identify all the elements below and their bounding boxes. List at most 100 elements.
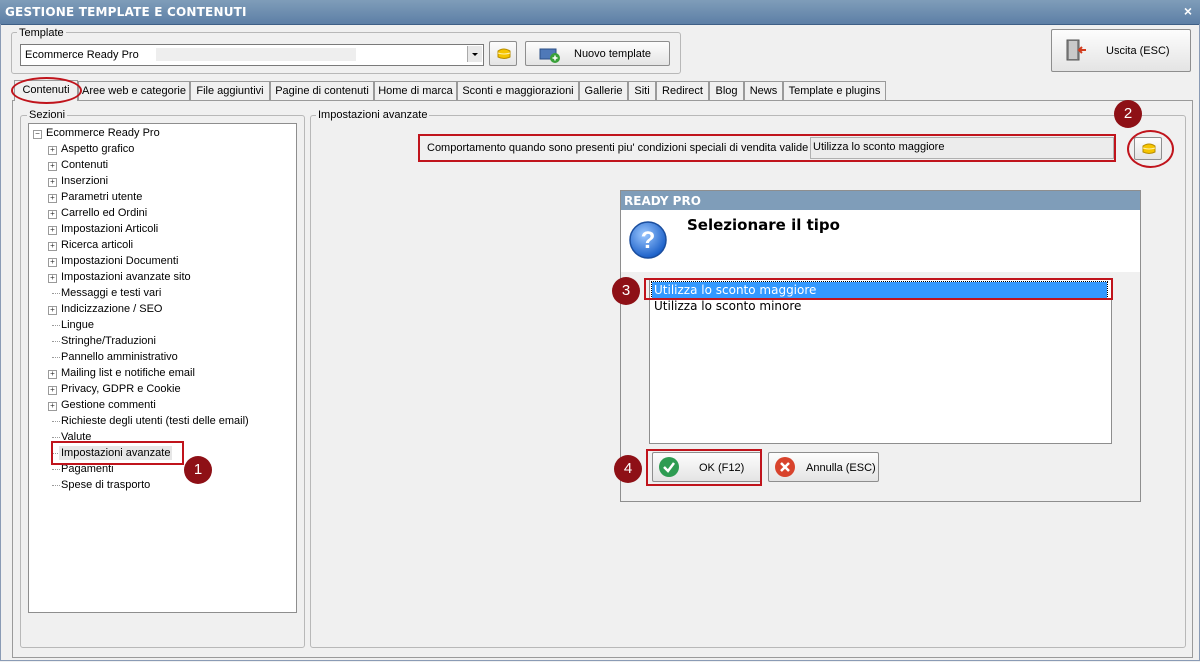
tab-label: Gallerie	[584, 85, 623, 97]
tree-connector	[52, 357, 60, 358]
svg-text:?: ?	[641, 227, 656, 254]
expand-icon[interactable]: +	[48, 146, 57, 155]
sections-tree[interactable]: − Ecommerce Ready Pro + Aspetto grafico + C…	[28, 123, 297, 613]
list-item[interactable]: Utilizza lo sconto minore	[652, 298, 1107, 314]
dialog-titlebar: READY PRO	[621, 191, 1140, 210]
new-template-button[interactable]: Nuovo template	[525, 41, 670, 66]
expand-icon[interactable]: +	[48, 402, 57, 411]
tab-label: File aggiuntivi	[196, 85, 264, 97]
ok-highlight-box	[646, 449, 762, 486]
expand-icon[interactable]: +	[48, 226, 57, 235]
question-icon: ?	[629, 221, 667, 259]
option-highlight-box	[644, 278, 1113, 300]
add-template-icon	[539, 48, 560, 63]
cancel-label: Annulla (ESC)	[806, 462, 876, 474]
tab-file-aggiuntivi[interactable]: File aggiuntivi	[190, 81, 270, 100]
open-template-button[interactable]	[489, 41, 517, 66]
tab-redirect[interactable]: Redirect	[656, 81, 709, 100]
tree-connector	[52, 485, 60, 486]
template-group-label: Template	[17, 27, 66, 39]
contenuti-highlight-ellipse	[11, 77, 82, 104]
tree-item[interactable]: Aspetto grafico	[61, 142, 134, 156]
tree-item[interactable]: Parametri utente	[61, 190, 142, 204]
tree-item[interactable]: Stringhe/Traduzioni	[61, 334, 156, 348]
tab-label: Template e plugins	[788, 85, 881, 97]
step-badge-3: 3	[612, 277, 640, 305]
template-combo-value: Ecommerce Ready Pro	[25, 49, 139, 61]
expand-icon[interactable]: +	[48, 370, 57, 379]
step-badge-2: 2	[1114, 100, 1142, 128]
tab-template-plugins[interactable]: Template e plugins	[783, 81, 886, 100]
tree-item[interactable]: Lingue	[61, 318, 94, 332]
tree-item[interactable]: Mailing list e notifiche email	[61, 366, 195, 380]
tree-item[interactable]: Pannello amministrativo	[61, 350, 178, 364]
expand-icon[interactable]: +	[48, 258, 57, 267]
tree-item[interactable]: Impostazioni Articoli	[61, 222, 158, 236]
tab-label: Redirect	[662, 85, 703, 97]
tree-connector	[52, 341, 60, 342]
advanced-group-label: Impostazioni avanzate	[316, 109, 430, 121]
expand-icon[interactable]: +	[48, 162, 57, 171]
tab-home-marca[interactable]: Home di marca	[374, 81, 457, 100]
tab-aree-web[interactable]: Aree web e categorie	[78, 81, 190, 100]
folder-icon	[497, 48, 511, 59]
tree-item[interactable]: Contenuti	[61, 158, 108, 172]
window-title: GESTIONE TEMPLATE E CONTENUTI	[5, 5, 247, 19]
tab-label: Aree web e categorie	[82, 85, 186, 97]
new-template-label: Nuovo template	[574, 48, 652, 60]
expand-icon[interactable]: +	[48, 178, 57, 187]
tree-item[interactable]: Indicizzazione / SEO	[61, 302, 163, 316]
expand-icon[interactable]: +	[48, 306, 57, 315]
close-icon[interactable]: ×	[1184, 3, 1192, 19]
selected-item-highlight-box	[51, 441, 184, 465]
template-combo[interactable]: Ecommerce Ready Pro	[20, 44, 484, 66]
tree-item[interactable]: Privacy, GDPR e Cookie	[61, 382, 181, 396]
tree-item[interactable]: Richieste degli utenti (testi delle emai…	[61, 414, 249, 428]
tree-item[interactable]: Impostazioni Documenti	[61, 254, 178, 268]
tab-label: Pagine di contenuti	[275, 85, 369, 97]
condition-highlight-box	[418, 134, 1116, 162]
tree-item[interactable]: Messaggi e testi vari	[61, 286, 161, 300]
window-titlebar: GESTIONE TEMPLATE E CONTENUTI ×	[0, 0, 1200, 25]
exit-door-icon	[1066, 39, 1086, 61]
tree-item[interactable]: Gestione commenti	[61, 398, 156, 412]
tab-news[interactable]: News	[744, 81, 783, 100]
tab-label: Sconti e maggiorazioni	[462, 85, 574, 97]
tree-connector	[52, 325, 60, 326]
tab-sconti[interactable]: Sconti e maggiorazioni	[457, 81, 579, 100]
tree-connector	[52, 437, 60, 438]
tree-connector	[52, 469, 60, 470]
tree-connector	[52, 293, 60, 294]
template-combo-blurred	[156, 48, 356, 61]
select-button-highlight-ellipse	[1127, 130, 1174, 168]
collapse-icon[interactable]: −	[33, 130, 42, 139]
exit-label: Uscita (ESC)	[1106, 45, 1170, 57]
tree-root[interactable]: Ecommerce Ready Pro	[46, 126, 160, 140]
tree-item[interactable]: Inserzioni	[61, 174, 108, 188]
tree-connector	[52, 421, 60, 422]
tab-label: Siti	[634, 85, 650, 97]
tab-label: Home di marca	[378, 85, 453, 97]
tab-gallerie[interactable]: Gallerie	[579, 81, 628, 100]
cancel-x-icon	[775, 457, 795, 477]
cancel-button[interactable]: Annulla (ESC)	[768, 452, 879, 482]
tab-label: Blog	[715, 85, 738, 97]
chevron-down-icon[interactable]	[467, 46, 482, 62]
tab-label: News	[749, 85, 778, 97]
expand-icon[interactable]: +	[48, 274, 57, 283]
expand-icon[interactable]: +	[48, 194, 57, 203]
tree-item[interactable]: Ricerca articoli	[61, 238, 133, 252]
expand-icon[interactable]: +	[48, 386, 57, 395]
sections-group-label: Sezioni	[27, 109, 68, 121]
dialog-heading: Selezionare il tipo	[687, 216, 840, 234]
tree-item[interactable]: Carrello ed Ordini	[61, 206, 147, 220]
tab-blog[interactable]: Blog	[709, 81, 744, 100]
type-list[interactable]: Utilizza lo sconto maggiore Utilizza lo …	[649, 279, 1112, 444]
expand-icon[interactable]: +	[48, 242, 57, 251]
tab-pagine[interactable]: Pagine di contenuti	[270, 81, 374, 100]
tree-item[interactable]: Impostazioni avanzate sito	[61, 270, 191, 284]
tab-siti[interactable]: Siti	[628, 81, 656, 100]
expand-icon[interactable]: +	[48, 210, 57, 219]
exit-button[interactable]: Uscita (ESC)	[1051, 29, 1191, 72]
tree-item[interactable]: Spese di trasporto	[61, 478, 150, 492]
